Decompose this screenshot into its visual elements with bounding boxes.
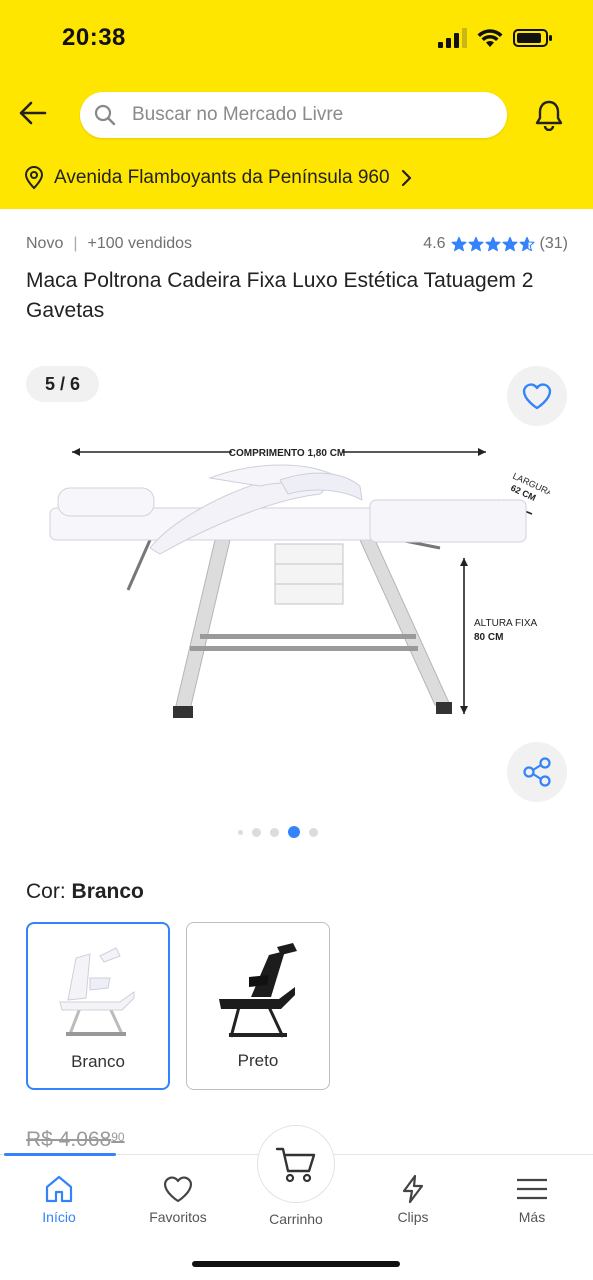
nav-clips[interactable]: Clips bbox=[363, 1173, 463, 1225]
color-option-preto[interactable]: Preto bbox=[186, 922, 330, 1090]
chevron-right-icon bbox=[401, 169, 411, 187]
search-icon bbox=[94, 104, 116, 126]
review-count: (31) bbox=[539, 235, 568, 252]
color-option-branco[interactable]: Branco bbox=[26, 922, 170, 1090]
rating-value: 4.6 bbox=[423, 235, 446, 252]
menu-icon bbox=[517, 1178, 547, 1200]
height-value: 80 CM bbox=[474, 632, 503, 643]
chair-black-thumbnail bbox=[219, 943, 297, 1038]
star-icon bbox=[451, 236, 467, 252]
home-icon bbox=[45, 1175, 73, 1203]
color-label-prefix: Cor: bbox=[26, 880, 66, 903]
color-option-label: Branco bbox=[71, 1052, 125, 1071]
nav-inicio[interactable]: Início bbox=[9, 1173, 109, 1225]
product-image[interactable]: COMPRIMENTO 1,80 CM LARGURA 62 CM ALTURA… bbox=[40, 430, 550, 730]
rating-stars bbox=[451, 236, 535, 252]
app-header: 20:38 Buscar no Mercado Livre Avenida Fl… bbox=[0, 0, 593, 209]
share-icon bbox=[523, 757, 551, 787]
cart-button[interactable] bbox=[257, 1125, 335, 1203]
back-button[interactable] bbox=[14, 96, 50, 130]
heart-icon bbox=[163, 1176, 193, 1203]
status-time: 20:38 bbox=[62, 24, 126, 51]
chair-white-thumbnail bbox=[59, 947, 135, 1036]
star-icon bbox=[468, 236, 484, 252]
wifi-icon bbox=[477, 29, 503, 47]
search-bar[interactable] bbox=[80, 92, 507, 138]
delivery-address[interactable]: Avenida Flamboyants da Península 960 bbox=[24, 166, 412, 190]
notifications-button[interactable] bbox=[529, 97, 569, 133]
address-text: Avenida Flamboyants da Península 960 bbox=[54, 167, 390, 188]
carousel-dot[interactable] bbox=[309, 827, 318, 837]
arrow-left-icon bbox=[19, 101, 47, 125]
product-meta-row: Novo | +100 vendidos 4.6 (31) bbox=[26, 235, 568, 253]
color-selected-value: Branco bbox=[71, 880, 144, 903]
star-icon bbox=[485, 236, 501, 252]
nav-label: Carrinho bbox=[269, 1211, 323, 1227]
carousel-dot-active[interactable] bbox=[288, 826, 300, 838]
nav-label: Favoritos bbox=[149, 1209, 207, 1225]
location-pin-icon bbox=[24, 166, 44, 190]
condition-text: Novo bbox=[26, 235, 64, 252]
nav-label: Início bbox=[42, 1209, 76, 1225]
battery-icon bbox=[513, 29, 552, 47]
nav-active-indicator bbox=[4, 1153, 116, 1156]
image-counter: 5 / 6 bbox=[26, 366, 99, 402]
signal-icon bbox=[438, 28, 467, 48]
nav-favoritos[interactable]: Favoritos bbox=[128, 1173, 228, 1225]
bell-icon bbox=[535, 100, 563, 131]
old-price: R$ 4.06890 bbox=[26, 1128, 125, 1152]
nav-label: Más bbox=[518, 1209, 546, 1225]
color-label: Cor: Branco bbox=[26, 880, 144, 904]
product-title: Maca Poltrona Cadeira Fixa Luxo Estética… bbox=[26, 269, 534, 322]
length-dimension: COMPRIMENTO 1,80 CM bbox=[72, 448, 486, 459]
favorite-button[interactable] bbox=[507, 366, 567, 426]
lightning-icon bbox=[402, 1174, 424, 1204]
nav-label: Clips bbox=[397, 1209, 429, 1225]
meta-separator: | bbox=[73, 235, 78, 252]
nav-mas[interactable]: Más bbox=[482, 1173, 582, 1225]
share-button[interactable] bbox=[507, 742, 567, 802]
star-icon bbox=[502, 236, 518, 252]
height-dimension: ALTURA FIXA 80 CM bbox=[460, 558, 537, 714]
color-option-label: Preto bbox=[237, 1051, 279, 1070]
height-label: ALTURA FIXA bbox=[474, 618, 537, 629]
chair-drawing bbox=[49, 464, 527, 718]
cart-icon bbox=[275, 1147, 316, 1183]
heart-icon bbox=[522, 383, 552, 410]
home-indicator bbox=[192, 1261, 400, 1267]
old-price-value: R$ 4.068 bbox=[26, 1128, 112, 1151]
carousel-dot[interactable] bbox=[270, 827, 279, 837]
length-label: COMPRIMENTO 1,80 CM bbox=[229, 448, 346, 459]
carousel-dot[interactable] bbox=[238, 829, 243, 835]
search-input[interactable] bbox=[132, 104, 462, 126]
carousel-dot[interactable] bbox=[252, 827, 261, 837]
rating-summary[interactable]: 4.6 (31) bbox=[423, 235, 568, 253]
status-icons bbox=[437, 28, 553, 48]
carousel-dots bbox=[238, 826, 318, 838]
sold-count: +100 vendidos bbox=[87, 235, 193, 252]
nav-carrinho[interactable]: Carrinho bbox=[246, 1211, 346, 1227]
star-icon bbox=[519, 236, 535, 252]
old-price-cents: 90 bbox=[111, 1130, 125, 1144]
